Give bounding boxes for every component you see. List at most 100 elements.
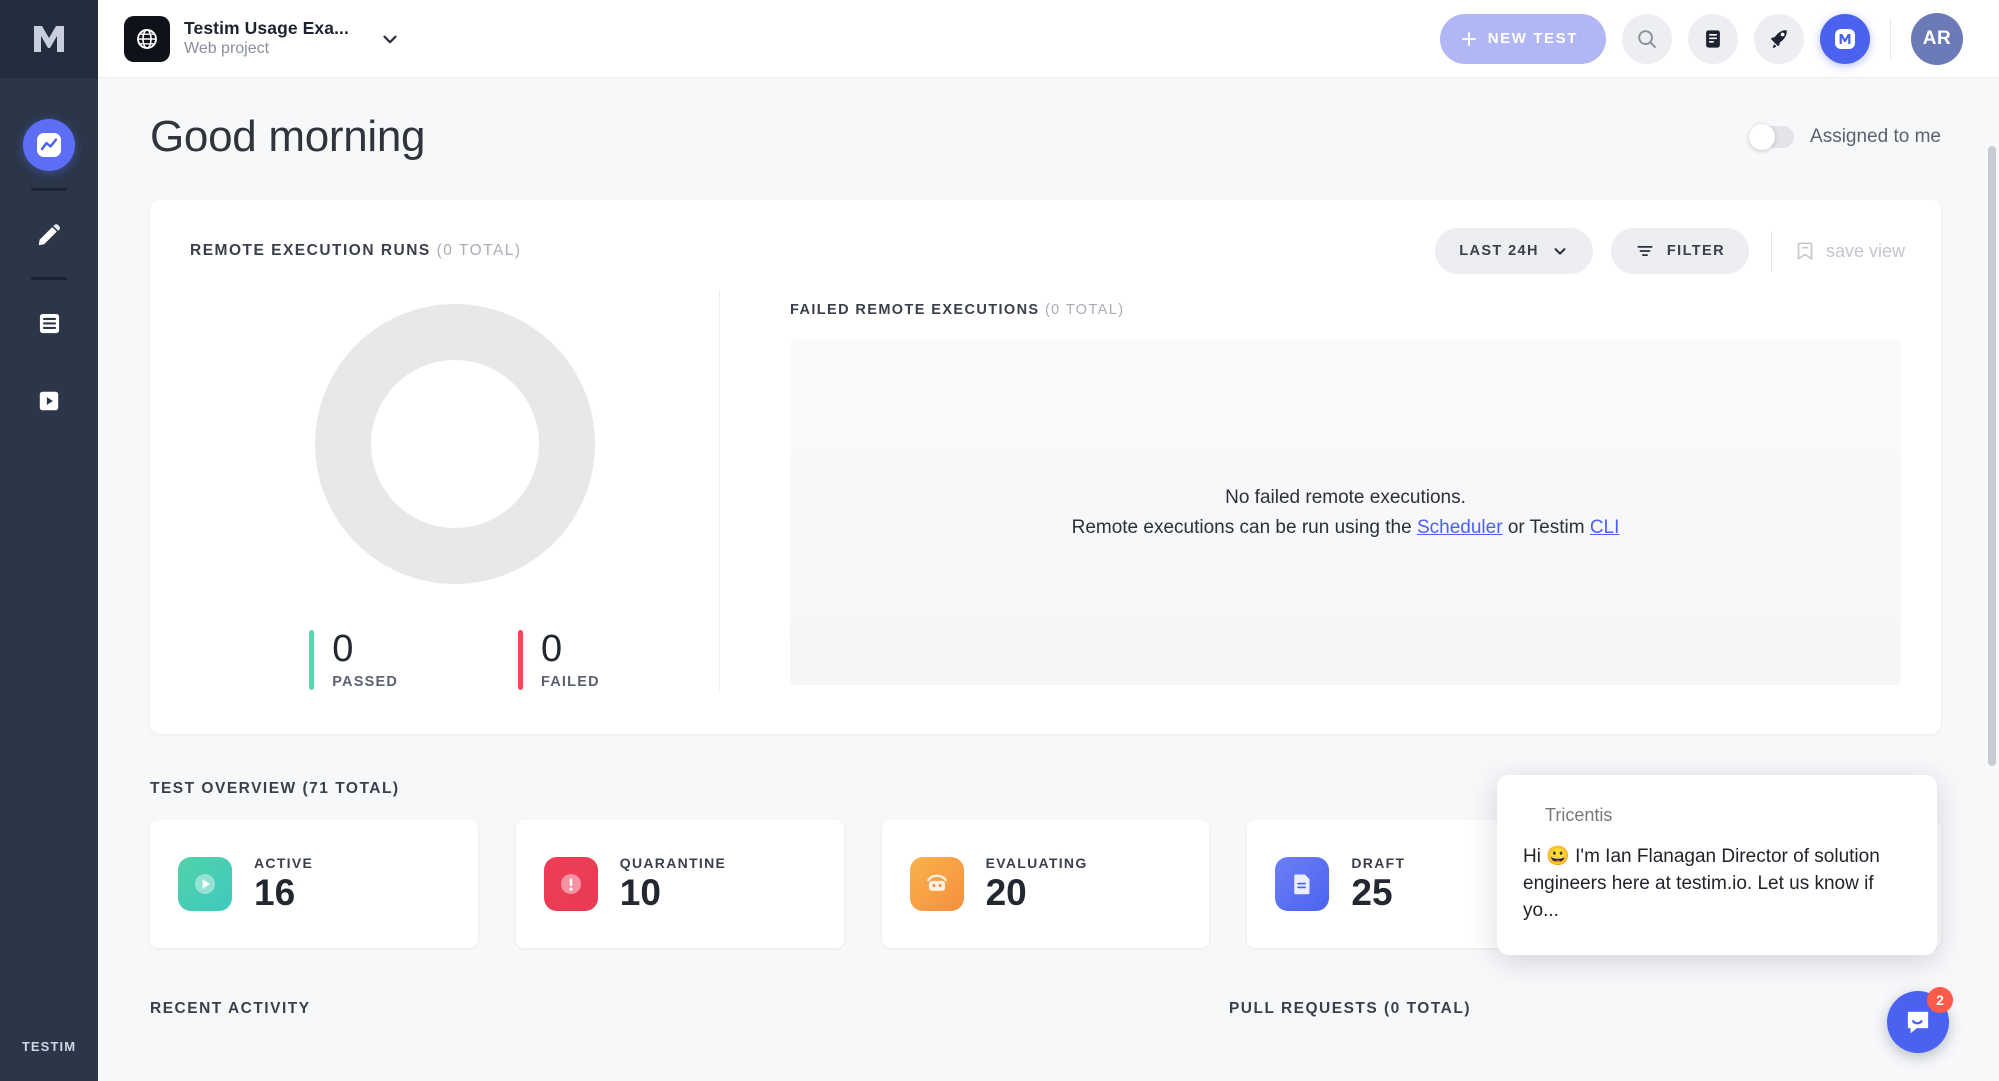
tile-label: EVALUATING: [986, 855, 1088, 871]
sidebar-item-test-list[interactable]: [0, 284, 98, 362]
avatar-initials: AR: [1923, 28, 1951, 50]
passed-label: PASSED: [332, 674, 398, 690]
sidebar-footer-label: TESTIM: [22, 1039, 76, 1054]
tile-icon-wrap: [178, 857, 232, 911]
assigned-to-me-toggle[interactable]: [1750, 126, 1794, 148]
toggle-knob: [1749, 124, 1775, 150]
page-title: Good morning: [150, 112, 425, 162]
testim-brand-icon: [1832, 26, 1858, 52]
empty-state-line-1: No failed remote executions.: [1225, 487, 1466, 509]
stat-color-bar: [518, 630, 523, 690]
bookmark-icon: [1794, 240, 1816, 262]
recent-activity-title: RECENT ACTIVITY: [150, 1000, 311, 1018]
failed-executions-empty-state: No failed remote executions. Remote exec…: [790, 340, 1901, 685]
page-scrollbar-track[interactable]: [1988, 86, 1996, 1077]
remote-execution-runs-card: REMOTE EXECUTION RUNS (0 TOTAL) LAST 24H: [150, 200, 1941, 734]
failed-executions-column: FAILED REMOTE EXECUTIONS (0 TOTAL) No fa…: [720, 290, 1901, 690]
empty-text-mid: or Testim: [1503, 517, 1590, 538]
stat-failed: 0 FAILED: [518, 630, 600, 690]
sidebar-item-runs[interactable]: [0, 362, 98, 440]
intercom-sender: Tricentis: [1545, 805, 1911, 826]
save-view-button[interactable]: save view: [1794, 240, 1905, 262]
sidebar-footer: TESTIM: [0, 1011, 98, 1081]
test-overview-tile-active[interactable]: ACTIVE 16: [150, 820, 478, 948]
card-body: 0 PASSED 0 FAILED: [150, 284, 1941, 734]
runs-donut-column: 0 PASSED 0 FAILED: [190, 290, 720, 690]
tile-value: 16: [254, 873, 313, 913]
failed-title-text: FAILED REMOTE EXECUTIONS: [790, 302, 1040, 318]
tile-value: 20: [986, 873, 1088, 913]
tile-label: DRAFT: [1351, 855, 1405, 871]
runs-donut-chart: [315, 304, 595, 584]
bottom-sections-headers: RECENT ACTIVITY PULL REQUESTS (0 TOTAL): [150, 1000, 1941, 1018]
project-dropdown-toggle[interactable]: [379, 28, 401, 50]
sidebar-item-dashboard[interactable]: [0, 106, 98, 184]
card-header: REMOTE EXECUTION RUNS (0 TOTAL) LAST 24H: [150, 200, 1941, 284]
empty-state-line-2: Remote executions can be run using the S…: [1072, 517, 1620, 539]
chevron-down-icon: [1551, 242, 1569, 260]
whats-new-rocket-icon: [1767, 27, 1791, 51]
document-list-icon: [36, 310, 63, 337]
tile-icon-wrap: [1275, 857, 1329, 911]
analytics-chart-icon: [34, 130, 64, 160]
scheduler-link[interactable]: Scheduler: [1417, 517, 1503, 538]
tile-value: 10: [620, 873, 726, 913]
remote-runs-count: (0 TOTAL): [437, 242, 522, 259]
assigned-to-me-control[interactable]: Assigned to me: [1750, 126, 1941, 148]
tile-label: ACTIVE: [254, 855, 313, 871]
filter-icon: [1635, 241, 1655, 261]
assigned-to-me-label: Assigned to me: [1810, 126, 1941, 148]
passed-value: 0: [332, 630, 398, 670]
chevron-down-icon: [379, 28, 401, 50]
project-text: Testim Usage Exa... Web project: [184, 18, 349, 59]
sidebar-nav: [0, 106, 98, 440]
test-overview-tile-evaluating[interactable]: EVALUATING 20: [882, 820, 1210, 948]
empty-text-pre: Remote executions can be run using the: [1072, 517, 1417, 538]
user-avatar[interactable]: AR: [1911, 13, 1963, 65]
tile-icon-wrap: [910, 857, 964, 911]
intercom-message-text: Hi 😀 I'm Ian Flanagan Director of soluti…: [1523, 844, 1911, 925]
project-name: Testim Usage Exa...: [184, 18, 349, 39]
runs-stats: 0 PASSED 0 FAILED: [309, 630, 600, 690]
card-header-actions: LAST 24H FILTER: [1435, 228, 1905, 274]
play-video-icon: [36, 388, 62, 414]
greeting-row: Good morning Assigned to me: [98, 78, 1999, 162]
whats-new-button[interactable]: [1754, 14, 1804, 64]
sidebar-item-editor[interactable]: [0, 195, 98, 273]
intercom-launcher-button[interactable]: 2: [1887, 991, 1949, 1053]
search-icon: [1635, 27, 1659, 51]
testim-m-logo-icon: [32, 24, 66, 54]
failed-title-count: (0 TOTAL): [1045, 302, 1124, 318]
cli-link[interactable]: CLI: [1590, 517, 1620, 538]
left-sidebar: TESTIM: [0, 0, 98, 1081]
stat-passed: 0 PASSED: [309, 630, 398, 690]
project-subtitle: Web project: [184, 39, 349, 59]
testim-brand-button[interactable]: [1820, 14, 1870, 64]
time-range-label: LAST 24H: [1459, 243, 1539, 259]
new-test-button[interactable]: NEW TEST: [1440, 14, 1606, 64]
file-draft-icon: [1287, 869, 1317, 899]
save-view-label: save view: [1826, 241, 1905, 262]
main-area: Testim Usage Exa... Web project NEW TEST: [98, 0, 1999, 1081]
test-overview-tile-quarantine[interactable]: QUARANTINE 10: [516, 820, 844, 948]
sidebar-active-bubble: [23, 119, 75, 171]
remote-runs-title: REMOTE EXECUTION RUNS (0 TOTAL): [190, 242, 522, 260]
failed-executions-title: FAILED REMOTE EXECUTIONS (0 TOTAL): [790, 302, 1901, 318]
intercom-message-popup[interactable]: Tricentis Hi 😀 I'm Ian Flanagan Director…: [1497, 775, 1937, 955]
plus-icon: [1460, 30, 1478, 48]
play-circle-icon: [190, 869, 220, 899]
filter-button[interactable]: FILTER: [1611, 228, 1749, 274]
app-root: TESTIM Testim Usage Exa... Web pr: [0, 0, 1999, 1081]
time-range-dropdown[interactable]: LAST 24H: [1435, 228, 1593, 274]
intercom-unread-badge: 2: [1927, 987, 1953, 1013]
docs-button[interactable]: [1688, 14, 1738, 64]
page-scrollbar-thumb[interactable]: [1988, 146, 1996, 766]
sidebar-logo[interactable]: [0, 0, 98, 78]
project-selector[interactable]: Testim Usage Exa... Web project: [124, 16, 401, 62]
failed-label: FAILED: [541, 674, 600, 690]
top-bar: Testim Usage Exa... Web project NEW TEST: [98, 0, 1999, 78]
card-actions-divider: [1771, 231, 1772, 271]
toolbar-divider: [1890, 19, 1891, 59]
search-button[interactable]: [1622, 14, 1672, 64]
robot-icon: [922, 869, 952, 899]
